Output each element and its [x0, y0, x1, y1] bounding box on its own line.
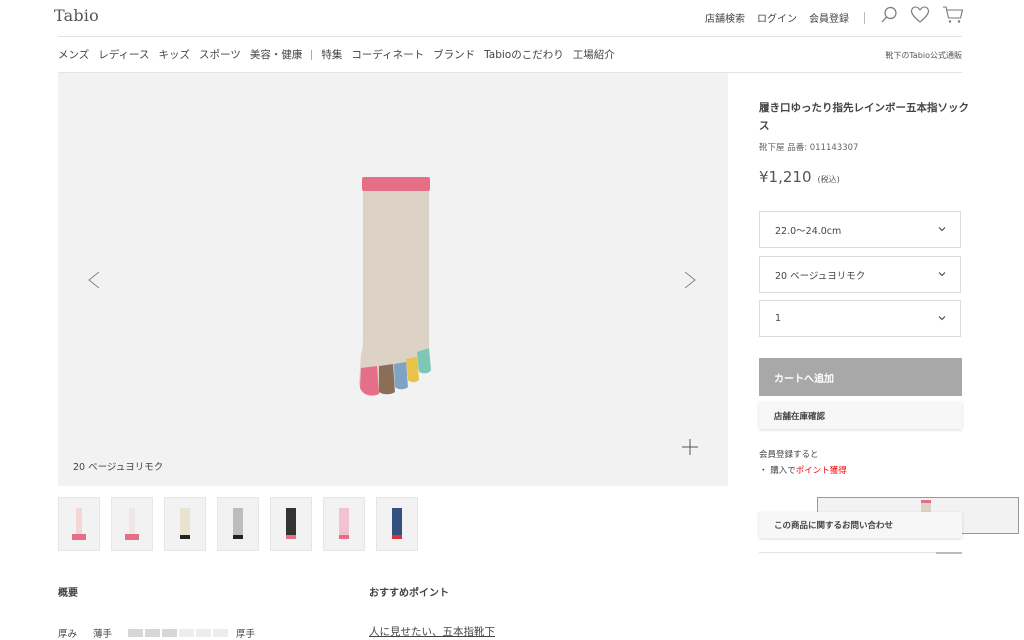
panel-rule: [759, 552, 962, 553]
size-select[interactable]: 22.0〜24.0cm: [759, 211, 961, 248]
prev-image-arrow-icon[interactable]: [84, 265, 104, 295]
nav-item-brand[interactable]: ブランド: [433, 47, 475, 62]
thickness-meter: [128, 629, 229, 637]
product-price: ¥1,210 (税込): [759, 168, 840, 186]
top-links: 店舗検索 ログイン 会員登録: [705, 10, 849, 25]
thickness-cell: [128, 629, 144, 637]
store-search-link[interactable]: 店舗検索: [705, 10, 745, 25]
nav-item-mens[interactable]: メンズ: [58, 47, 89, 62]
sock-thumbnail-icon: [125, 508, 139, 540]
nav-item-coordinate[interactable]: コーディネート: [351, 47, 424, 62]
overview-heading: 概要: [58, 588, 78, 599]
logo[interactable]: Tabio: [54, 6, 99, 25]
login-link[interactable]: ログイン: [757, 10, 797, 25]
thickness-cell: [162, 629, 178, 637]
tax-note: (税込): [817, 175, 840, 184]
chevron-down-icon: [938, 316, 946, 321]
sock-thumbnail-icon: [180, 508, 190, 539]
sock-thumbnail-icon: [392, 508, 402, 539]
chevron-down-icon: [938, 227, 946, 232]
nav-item-feature[interactable]: 特集: [321, 47, 342, 62]
nav-item-beauty[interactable]: 美容・健康: [250, 47, 303, 62]
product-sock-image: [359, 177, 431, 396]
member-line2-prefix: ・ 購入で: [759, 466, 796, 476]
site-tagline: 靴下のTabio公式通販: [885, 51, 962, 60]
thumbnail-strip: [58, 497, 1019, 551]
heart-icon[interactable]: [910, 6, 930, 24]
product-title: 履き口ゆったり指先レインボー五本指ソックス: [759, 102, 969, 132]
thumbnail-navy[interactable]: [376, 497, 418, 551]
header-divider: [864, 12, 865, 24]
sock-thumbnail-icon: [72, 508, 86, 540]
cart-icon[interactable]: [942, 6, 964, 24]
nav-divider: [311, 49, 313, 60]
register-link[interactable]: 会員登録: [809, 10, 849, 25]
panel-rule-accent: [936, 552, 962, 554]
member-line1: 会員登録すると: [759, 450, 819, 460]
thickness-cell: [145, 629, 161, 637]
thumbnail-pink[interactable]: [58, 497, 100, 551]
quantity-select[interactable]: 1: [759, 300, 961, 337]
header-rule: [58, 36, 962, 37]
recommend-point-link[interactable]: 人に見せたい、五本指靴下: [369, 624, 495, 639]
nav-item-kids[interactable]: キッズ: [159, 47, 191, 62]
thickness-cell: [179, 629, 195, 637]
add-to-cart-button[interactable]: カートへ追加: [759, 358, 962, 396]
product-code: 靴下屋 品番: 011143307: [759, 143, 859, 153]
thumbnail-light-pink[interactable]: [323, 497, 365, 551]
next-image-arrow-icon[interactable]: [680, 265, 700, 295]
point-gain-text: ポイント獲得: [795, 466, 847, 476]
sock-thumbnail-icon: [286, 508, 296, 539]
quantity-value: 1: [775, 313, 782, 324]
color-value: 20 ベージュヨリモク: [775, 270, 866, 282]
main-nav: メンズ レディース キッズ スポーツ 美容・健康 特集 コーディネート ブランド…: [58, 47, 615, 62]
price-value: ¥1,210: [759, 168, 812, 186]
sock-thumbnail-icon: [233, 508, 243, 539]
thumbnail-pink-2[interactable]: [111, 497, 153, 551]
search-icon[interactable]: [880, 6, 898, 24]
sock-thumbnail-icon: [339, 508, 349, 539]
nav-item-commitment[interactable]: Tabioのこだわり: [484, 47, 564, 62]
header-icons: [880, 6, 964, 24]
product-inquiry-button[interactable]: この商品に関するお問い合わせ: [759, 512, 962, 538]
chevron-down-icon: [938, 272, 946, 277]
zoom-plus-icon[interactable]: [681, 438, 699, 456]
color-select[interactable]: 20 ベージュヨリモク: [759, 256, 961, 293]
thumbnail-black[interactable]: [270, 497, 312, 551]
recommend-heading: おすすめポイント: [369, 588, 449, 599]
member-benefit-text: 会員登録すると ・ 購入でポイント獲得: [759, 447, 847, 479]
thickness-cell: [196, 629, 212, 637]
size-value: 22.0〜24.0cm: [775, 225, 842, 237]
image-caption: 20 ベージュヨリモク: [73, 462, 164, 473]
member-line2: ・ 購入でポイント獲得: [759, 463, 847, 479]
thumbnail-cream[interactable]: [164, 497, 206, 551]
store-stock-button[interactable]: 店舗在庫確認: [759, 402, 962, 429]
nav-item-sports[interactable]: スポーツ: [199, 47, 241, 62]
nav-item-factory[interactable]: 工場紹介: [573, 47, 615, 62]
nav-item-ladies[interactable]: レディース: [98, 47, 149, 62]
thickness-cell: [213, 629, 229, 637]
thumbnail-gray[interactable]: [217, 497, 259, 551]
